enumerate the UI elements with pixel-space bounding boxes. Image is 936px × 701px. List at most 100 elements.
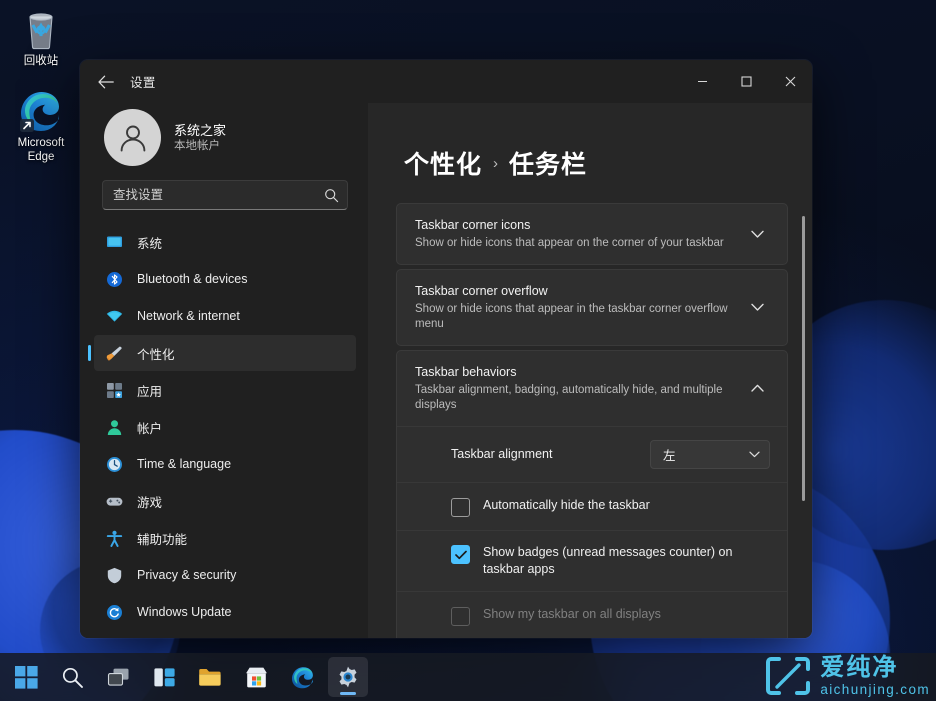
microsoft-store-button[interactable]: [236, 657, 276, 697]
task-view-icon: [107, 666, 130, 689]
sidebar-item-label: Network & internet: [137, 309, 240, 323]
accessibility-icon: [106, 530, 123, 547]
bluetooth-icon: [106, 271, 123, 288]
update-icon: [106, 604, 123, 621]
profile-section[interactable]: 系统之家 本地帐户: [94, 103, 356, 180]
minimize-icon: [697, 76, 708, 87]
widgets-button[interactable]: [144, 657, 184, 697]
row-taskbar-alignment: Taskbar alignment 左: [397, 426, 787, 482]
widgets-icon: [153, 666, 176, 689]
sidebar-item-0[interactable]: 系统: [94, 224, 356, 260]
card-header-taskbar-corner-icons[interactable]: Taskbar corner icons Show or hide icons …: [397, 204, 787, 264]
row-show-taskbar-all-displays: Show my taskbar on all displays: [397, 591, 787, 638]
taskbar-alignment-dropdown[interactable]: 左: [650, 440, 770, 469]
maximize-button[interactable]: [724, 60, 768, 103]
sidebar-item-9[interactable]: Privacy & security: [94, 557, 356, 593]
card-title: Taskbar behaviors: [415, 364, 734, 381]
watermark-domain-text: aichunjing.com: [820, 683, 930, 697]
close-icon: [785, 76, 796, 87]
clock-icon: [106, 456, 123, 473]
auto-hide-taskbar-label: Automatically hide the taskbar: [483, 497, 650, 514]
breadcrumb-parent[interactable]: 个性化: [404, 145, 482, 181]
apps-icon: [106, 382, 123, 399]
card-description: Show or hide icons that appear on the co…: [415, 236, 734, 251]
sidebar-item-6[interactable]: Time & language: [94, 446, 356, 482]
sidebar-item-label: 应用: [137, 381, 162, 400]
row-show-badges: Show badges (unread messages counter) on…: [397, 530, 787, 591]
content-scrollbar[interactable]: [798, 111, 808, 630]
card-header-taskbar-corner-overflow[interactable]: Taskbar corner overflow Show or hide ico…: [397, 270, 787, 345]
sidebar-item-label: 系统: [137, 233, 162, 252]
show-badges-checkbox[interactable]: [451, 545, 470, 564]
chevron-down-icon[interactable]: [744, 221, 770, 247]
close-button[interactable]: [768, 60, 812, 103]
show-taskbar-all-displays-checkbox: [451, 607, 470, 626]
desktop-icon-label: 回收站: [24, 55, 59, 67]
card-taskbar-corner-icons: Taskbar corner icons Show or hide icons …: [396, 203, 788, 265]
checkmark-icon: [455, 550, 467, 560]
sidebar-nav: 系统 Bluetooth & devices Network & internet 个…: [94, 224, 356, 630]
maximize-icon: [741, 76, 752, 87]
wifi-icon: [106, 308, 123, 325]
search-button[interactable]: [52, 657, 92, 697]
sidebar-item-label: 帐户: [137, 418, 162, 437]
aichunjing-logo-icon: [765, 656, 811, 696]
row-auto-hide-taskbar: Automatically hide the taskbar: [397, 482, 787, 530]
card-header-taskbar-behaviors[interactable]: Taskbar behaviors Taskbar alignment, bad…: [397, 351, 787, 426]
profile-name: 系统之家: [174, 122, 226, 139]
start-button[interactable]: [6, 657, 46, 697]
edge-icon: [2, 88, 80, 134]
minimize-button[interactable]: [680, 60, 724, 103]
chevron-down-icon: [749, 451, 760, 458]
card-title: Taskbar corner icons: [415, 217, 734, 234]
taskbar-alignment-value: 左: [663, 445, 749, 464]
sidebar-item-5[interactable]: 帐户: [94, 409, 356, 445]
file-explorer-button[interactable]: [190, 657, 230, 697]
sidebar-item-label: 辅助功能: [137, 529, 187, 548]
desktop-icon-edge[interactable]: Microsoft Edge: [2, 88, 80, 164]
store-icon: [245, 666, 268, 689]
window-controls: [680, 60, 812, 103]
taskbar-alignment-label: Taskbar alignment: [451, 446, 650, 463]
breadcrumb-current: 任务栏: [509, 145, 587, 181]
sidebar-item-2[interactable]: Network & internet: [94, 298, 356, 334]
chevron-down-icon[interactable]: [744, 295, 770, 321]
display-icon: [106, 234, 123, 251]
person-icon: [116, 121, 150, 155]
recycle-bin-icon: [2, 6, 80, 52]
back-button[interactable]: [88, 67, 124, 97]
auto-hide-taskbar-checkbox[interactable]: [451, 498, 470, 517]
sidebar-item-8[interactable]: 辅助功能: [94, 520, 356, 556]
gamepad-icon: [106, 493, 123, 510]
desktop-icon-label: Edge: [28, 151, 55, 163]
card-description: Taskbar alignment, badging, automaticall…: [415, 383, 734, 413]
desktop-icon-recycle-bin[interactable]: 回收站: [2, 6, 80, 69]
window-titlebar: 设置: [80, 60, 812, 103]
sidebar-item-3[interactable]: 个性化: [94, 335, 356, 371]
sidebar-item-4[interactable]: 应用: [94, 372, 356, 408]
chevron-up-icon[interactable]: [744, 376, 770, 402]
sidebar-item-7[interactable]: 游戏: [94, 483, 356, 519]
sidebar-item-1[interactable]: Bluetooth & devices: [94, 261, 356, 297]
taskbar-buttons: [6, 657, 368, 697]
edge-icon: [291, 666, 314, 689]
search-icon: [61, 666, 84, 689]
windows-logo-icon: [15, 666, 38, 689]
card-title: Taskbar corner overflow: [415, 283, 734, 300]
sidebar-item-label: Bluetooth & devices: [137, 272, 248, 286]
profile-subtitle: 本地帐户: [174, 139, 226, 154]
search-box[interactable]: [102, 180, 348, 210]
task-view-button[interactable]: [98, 657, 138, 697]
folder-icon: [198, 666, 222, 689]
scrollbar-thumb[interactable]: [802, 216, 805, 501]
settings-window: 设置: [80, 60, 812, 638]
sidebar-item-10[interactable]: Windows Update: [94, 594, 356, 630]
sidebar: 系统之家 本地帐户 系统 Bluetooth & devices Network &…: [80, 103, 368, 638]
sidebar-item-label: Time & language: [137, 457, 231, 471]
settings-button[interactable]: [328, 657, 368, 697]
content-area: 个性化 › 任务栏 Taskbar corner icons Show or h…: [368, 103, 812, 638]
paintbrush-icon: [106, 345, 123, 362]
edge-button[interactable]: [282, 657, 322, 697]
search-input[interactable]: [113, 188, 324, 202]
show-badges-label: Show badges (unread messages counter) on…: [483, 544, 770, 578]
